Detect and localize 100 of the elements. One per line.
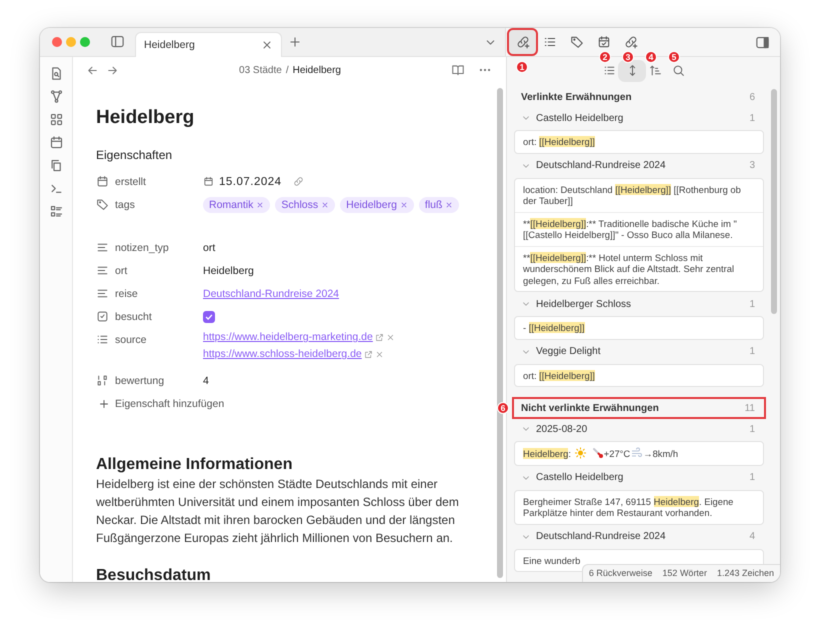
sidebar-toggle-icon[interactable] bbox=[110, 34, 125, 49]
scrollbar[interactable] bbox=[771, 89, 777, 314]
note-title[interactable]: Deutschland-Rundreise 2024 bbox=[536, 160, 750, 171]
link-icon[interactable] bbox=[292, 176, 304, 187]
backlink-snippet[interactable]: **[[Heidelberg]]:** Hotel unterm Schloss mit wunderschönem Blick auf die Altstadt. Sehr zentral gelegen, zu Fuß alles erreichbar. bbox=[523, 252, 755, 286]
tag-pill[interactable]: Schloss bbox=[275, 196, 336, 212]
mention-count: 1 bbox=[749, 424, 755, 434]
note-link[interactable]: Deutschland-Rundreise 2024 bbox=[203, 288, 340, 300]
breadcrumb-note[interactable]: Heidelberg bbox=[292, 64, 341, 76]
numbers-icon bbox=[96, 374, 109, 387]
property-name[interactable]: notizen_typ bbox=[115, 242, 169, 254]
date-value[interactable]: 15.07.2024 bbox=[219, 176, 282, 188]
backlink-snippet[interactable]: Heidelberg: +27°C →8km/h bbox=[523, 447, 755, 460]
url-link[interactable]: https://www.heidelberg-marketing.de bbox=[203, 331, 373, 343]
property-name[interactable]: tags bbox=[115, 198, 135, 210]
note-title[interactable]: Castello Heidelberg bbox=[536, 112, 750, 124]
graph-icon[interactable] bbox=[48, 89, 64, 104]
tag-pill[interactable]: Romantik bbox=[203, 196, 270, 212]
remove-icon[interactable] bbox=[256, 200, 264, 208]
link-plus-icon[interactable] bbox=[509, 30, 536, 54]
section-heading: Besuchsdatum bbox=[96, 567, 212, 582]
properties-heading: Eigenschaften bbox=[96, 148, 174, 162]
url-link[interactable]: https://www.schloss-heidelberg.de bbox=[203, 348, 362, 360]
annotation-badge: 6 bbox=[497, 402, 509, 414]
bullets-icon bbox=[96, 333, 109, 346]
status-item: 152 Wörter bbox=[662, 568, 707, 578]
sun-icon bbox=[574, 447, 587, 459]
property-value[interactable]: ort bbox=[203, 242, 216, 254]
lines-icon bbox=[96, 287, 109, 300]
mention-count: 11 bbox=[744, 402, 755, 414]
mention-count: 6 bbox=[749, 92, 755, 102]
note-title[interactable]: Heidelberger Schloss bbox=[536, 298, 750, 310]
breadcrumb-separator: / bbox=[286, 64, 289, 76]
scrollbar[interactable] bbox=[497, 88, 503, 578]
backlink-snippet[interactable]: location: Deutschland [[Heidelberg]] [[Rothenburg ob der Tauber]] bbox=[523, 184, 755, 206]
property-name[interactable]: bewertung bbox=[115, 374, 164, 386]
section-heading: Allgemeine Informationen bbox=[96, 456, 294, 474]
mention-count: 3 bbox=[749, 160, 755, 171]
mention-count: 1 bbox=[749, 472, 755, 483]
calendar-icon bbox=[203, 176, 214, 187]
property-name[interactable]: source bbox=[115, 334, 147, 346]
thermometer-icon bbox=[592, 447, 604, 459]
note-title: Heidelberg bbox=[96, 107, 196, 129]
remove-icon[interactable] bbox=[321, 200, 330, 208]
up-down-arrows-icon[interactable] bbox=[621, 62, 643, 78]
paragraph: Heidelberg ist eine der schönsten Städte Deutschlands mit einer weltberühmten Universität und einem imposanten Schloss über dem Neckar. Die Altstadt mit ihren barocken Gebäuden und der längsten Fußgängerzone Europas zieht jährlich Millionen von Besuchern an. bbox=[96, 476, 460, 547]
external-link-icon[interactable] bbox=[364, 350, 373, 358]
checkbox[interactable] bbox=[203, 310, 215, 322]
calendar-icon[interactable] bbox=[48, 135, 64, 150]
remove-icon[interactable] bbox=[445, 200, 454, 208]
remove-icon[interactable] bbox=[386, 332, 395, 342]
sidebar-toggle-icon[interactable] bbox=[755, 34, 770, 50]
backlink-snippet[interactable]: Bergheimer Straße 147, 69115 Heidelberg. Eigene Parkplätze hinter dem Restaurant vorhanden. bbox=[523, 496, 755, 518]
property-name[interactable]: ort bbox=[115, 264, 128, 276]
mention-count: 1 bbox=[749, 346, 755, 357]
mention-count: 1 bbox=[749, 112, 755, 124]
tag-icon bbox=[96, 198, 109, 211]
plus-icon[interactable] bbox=[288, 35, 302, 49]
note-title[interactable]: 2025-08-20 bbox=[536, 424, 750, 434]
note-tab[interactable]: Heidelberg bbox=[135, 32, 282, 57]
mention-count: 4 bbox=[749, 531, 755, 542]
grid-icon[interactable] bbox=[48, 112, 64, 127]
checkmark-icon bbox=[204, 312, 214, 322]
section-title: Nicht verlinkte Erwähnungen bbox=[521, 402, 659, 414]
close-window-button[interactable] bbox=[52, 37, 62, 47]
section-header[interactable]: Verlinkte Erwähnungen 6 bbox=[514, 88, 764, 106]
property-value[interactable]: Heidelberg bbox=[203, 264, 254, 276]
tag-pill[interactable]: Heidelberg bbox=[340, 196, 414, 212]
remove-icon[interactable] bbox=[400, 200, 408, 208]
remove-icon[interactable] bbox=[374, 350, 384, 358]
property-value[interactable]: 4 bbox=[203, 374, 209, 386]
property-name[interactable]: erstellt bbox=[115, 176, 146, 188]
add-property-button[interactable]: Eigenschaft hinzufügen bbox=[98, 398, 494, 410]
lines-icon bbox=[96, 264, 109, 277]
property-name[interactable]: besucht bbox=[115, 310, 152, 322]
checkbox-outline-icon bbox=[96, 310, 109, 323]
lines-icon bbox=[96, 241, 109, 254]
note-title[interactable]: Veggie Delight bbox=[536, 346, 750, 357]
close-icon[interactable] bbox=[261, 39, 273, 51]
calendar-icon bbox=[96, 175, 109, 188]
backlink-snippet[interactable]: **[[Heidelberg]]:** Traditionelle badische Küche im "[[Castello Heidelberg]]" - Osso Buco alla Milanese. bbox=[523, 218, 755, 240]
note-title[interactable]: Deutschland-Rundreise 2024 bbox=[536, 531, 750, 542]
section-title: Verlinkte Erwähnungen bbox=[521, 92, 632, 102]
external-link-icon[interactable] bbox=[374, 332, 384, 342]
property-name[interactable]: reise bbox=[115, 288, 138, 300]
checklist-icon[interactable] bbox=[48, 204, 64, 219]
status-item: 1.243 Zeichen bbox=[716, 568, 774, 578]
copy-icon[interactable] bbox=[48, 158, 64, 173]
wind-icon bbox=[630, 447, 644, 459]
tag-pill[interactable]: fluß bbox=[418, 196, 460, 212]
status-item: 6 Rückverweise bbox=[588, 568, 652, 578]
backlink-snippet[interactable]: ort: [[Heidelberg]] bbox=[523, 370, 755, 381]
mention-count: 1 bbox=[749, 298, 755, 310]
backlink-snippet[interactable]: - [[Heidelberg]] bbox=[523, 322, 755, 334]
backlink-snippet[interactable]: ort: [[Heidelberg]] bbox=[523, 136, 755, 148]
note-title[interactable]: Castello Heidelberg bbox=[536, 472, 750, 483]
plus-icon bbox=[98, 398, 110, 410]
breadcrumb-folder[interactable]: 03 Städte bbox=[239, 64, 282, 76]
backlink-snippet[interactable]: Eine wunderb bbox=[523, 554, 755, 566]
book-icon[interactable] bbox=[451, 63, 465, 77]
